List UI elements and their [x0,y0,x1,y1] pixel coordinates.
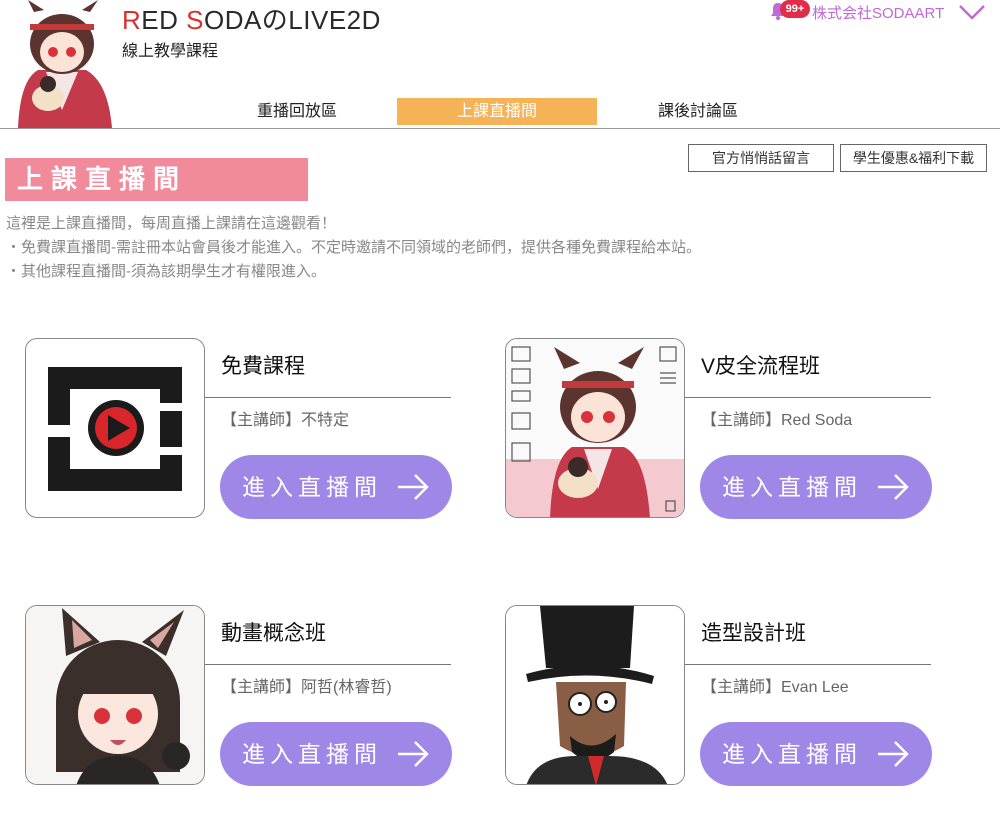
company-name[interactable]: 株式会社SODAART [812,2,944,23]
course-name: 造型設計班 [701,622,806,645]
notification-badge[interactable]: 99+ [780,0,810,18]
brand-title-part: ODAのLIVE2D [203,5,381,35]
course-card-free: 免費課程 【主講師】不特定 進入直播間 [25,338,455,519]
arrow-right-icon [398,474,429,500]
course-instructor: 【主講師】Evan Lee [701,679,849,696]
enter-live-room-button[interactable]: 進入直播間 [220,455,452,519]
divider [685,397,931,398]
course-thumbnail[interactable] [505,338,685,518]
course-name: 免費課程 [221,355,305,378]
enter-button-label: 進入直播間 [722,741,862,767]
tab-replay[interactable]: 重播回放區 [197,98,397,125]
tophat-man-illustration [506,606,684,784]
enter-live-room-button[interactable]: 進入直播間 [220,722,452,786]
tab-discussion[interactable]: 課後討論區 [598,98,798,125]
course-thumbnail[interactable] [25,338,205,518]
chevron-down-icon[interactable] [958,4,986,20]
brand-initial-r: R [122,5,142,35]
enter-button-label: 進入直播間 [722,474,862,500]
arrow-right-icon [398,741,429,767]
arrow-right-icon [878,474,909,500]
course-card-vtuber: V皮全流程班 【主講師】Red Soda 進入直播間 [505,338,935,519]
intro-text: 這裡是上課直播間，每周直播上課請在這邊觀看！ ・免費課直播間-需註冊本站會員後才… [6,212,701,284]
brand-initial-s: S [186,5,204,35]
course-instructor: 【主講師】阿哲(林睿哲) [221,679,392,696]
intro-line: 這裡是上課直播間，每周直播上課請在這邊觀看！ [6,215,337,232]
brand-subtitle: 線上教學課程 [122,43,219,60]
course-name: V皮全流程班 [701,355,821,378]
vtuber-editor-illustration [506,339,684,517]
divider [685,664,931,665]
catgirl-illustration [26,606,204,784]
enter-button-label: 進入直播間 [242,474,382,500]
intro-line: ・其他課程直播間-須為該期學生才有權限進入。 [6,263,326,280]
private-message-button[interactable]: 官方悄悄話留言 [688,144,834,172]
course-name: 動畫概念班 [221,622,326,645]
divider [205,664,451,665]
divider [205,397,451,398]
arrow-right-icon [878,741,909,767]
course-instructor: 【主講師】Red Soda [701,412,853,429]
student-benefits-button[interactable]: 學生優惠&福利下載 [840,144,987,172]
enter-live-room-button[interactable]: 進入直播間 [700,455,932,519]
brand-title[interactable]: RED SODAのLIVE2D [122,0,381,37]
enter-live-room-button[interactable]: 進入直播間 [700,722,932,786]
course-thumbnail[interactable] [505,605,685,785]
course-instructor: 【主講師】不特定 [221,412,350,429]
course-thumbnail[interactable] [25,605,205,785]
intro-line: ・免費課直播間-需註冊本站會員後才能進入。不定時邀請不同領域的老師們，提供各種免… [6,239,701,256]
logo-play-icon [48,367,182,491]
course-card-animation: 動畫概念班 【主講師】阿哲(林睿哲) 進入直播間 [25,605,455,786]
tab-live-class[interactable]: 上課直播間 [397,98,597,125]
page-title: 上課直播間 [5,158,308,201]
course-card-design: 造型設計班 【主講師】Evan Lee 進入直播間 [505,605,935,786]
mascot-logo-illustration[interactable] [8,0,116,128]
brand-title-part: ED [141,5,187,35]
enter-button-label: 進入直播間 [242,741,382,767]
site-header: RED SODAのLIVE2D 線上教學課程 99+ 株式会社SODAART 重… [0,0,1000,129]
